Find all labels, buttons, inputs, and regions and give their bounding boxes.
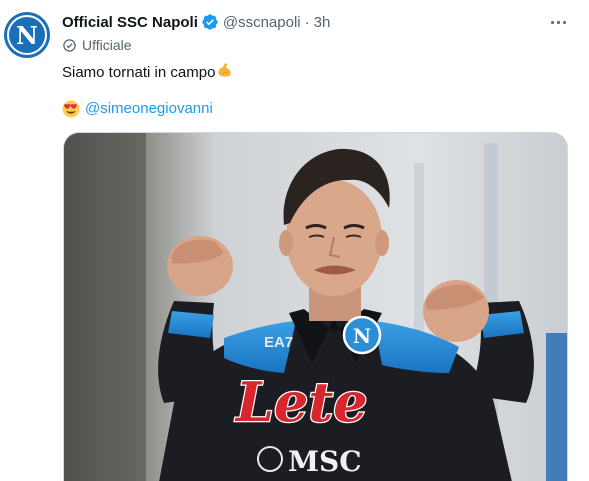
heart-eyes-emoji xyxy=(62,100,80,118)
flexed-biceps-emoji xyxy=(218,63,232,77)
tweet-text-body: Siamo tornati in campo xyxy=(62,64,216,81)
label-text: Ufficiale xyxy=(82,37,132,53)
display-name[interactable]: Official SSC Napoli xyxy=(62,14,198,31)
mention-link[interactable]: @simeonegiovanni xyxy=(85,99,213,119)
player-photo-image: N EA7 Lete MSC xyxy=(64,133,567,481)
separator-dot: · xyxy=(304,13,310,31)
kit-brand-text: EA7 xyxy=(264,334,293,351)
more-dots-icon[interactable] xyxy=(544,10,572,34)
tweet-photo[interactable]: N EA7 Lete MSC xyxy=(63,132,568,481)
tweet-header: Official SSC Napoli @sscnapoli · 3h xyxy=(62,12,330,32)
secondary-sponsor-text: MSC xyxy=(288,445,362,478)
account-label: Ufficiale xyxy=(62,36,132,54)
check-circle-icon xyxy=(63,38,76,52)
tweet-card[interactable]: N Official SSC Napoli @sscnapoli · 3h Uf… xyxy=(0,0,589,481)
handle[interactable]: @sscnapoli xyxy=(223,14,301,31)
avatar-letter: N xyxy=(16,20,38,50)
mention-line: @simeonegiovanni xyxy=(62,99,213,119)
tweet-text: Siamo tornati in campo xyxy=(62,62,234,83)
napoli-logo-icon: N xyxy=(7,15,47,55)
avatar[interactable]: N xyxy=(4,12,50,58)
sponsor-logo-text: Lete xyxy=(234,370,368,434)
crest-letter: N xyxy=(353,324,371,348)
verified-badge-icon xyxy=(202,14,218,30)
timestamp[interactable]: 3h xyxy=(314,14,331,31)
